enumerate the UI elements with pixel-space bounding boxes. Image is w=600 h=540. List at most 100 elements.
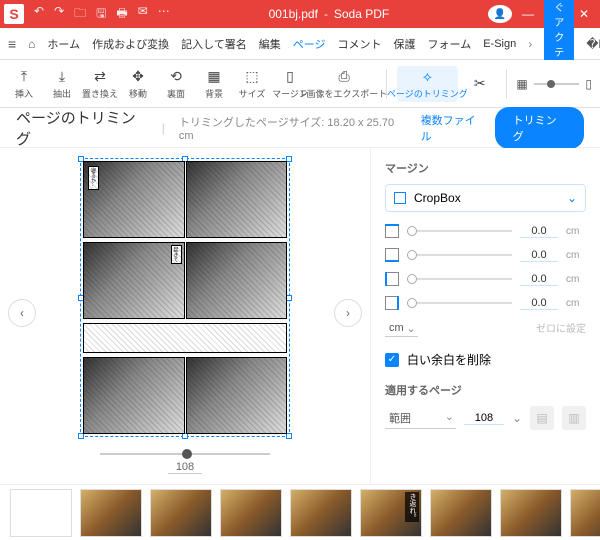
next-page-button[interactable]: › xyxy=(334,299,362,327)
page-range-input[interactable] xyxy=(464,412,504,425)
margin-top-input[interactable] xyxy=(520,225,558,238)
zoom-slider[interactable] xyxy=(534,83,580,85)
trim-button[interactable]: トリミング xyxy=(495,107,584,149)
thumbnail[interactable] xyxy=(150,489,212,537)
page-number[interactable]: 108 xyxy=(168,461,202,474)
cropbox-icon xyxy=(394,192,406,204)
menu-page[interactable]: ページ xyxy=(293,36,326,52)
main-area: ‹ › 寝るか… 起きて 108 マージン CropBox ⌄ xyxy=(0,148,600,484)
quick-actions: ↶ ↷ 🗀 🖫 🖶 ✉ ⋯ xyxy=(34,4,170,25)
thumbnail[interactable] xyxy=(500,489,562,537)
tool-extract[interactable]: ⤓抽出 xyxy=(46,66,78,102)
overflow-icon[interactable]: › xyxy=(528,37,532,51)
thumbnail[interactable] xyxy=(570,489,600,537)
undo-icon[interactable]: ↶ xyxy=(34,4,44,25)
account-icon[interactable]: 👤 xyxy=(488,5,512,23)
checkbox-checked-icon[interactable]: ✓ xyxy=(385,353,399,367)
unit-label: cm xyxy=(566,298,586,309)
multi-file-button[interactable]: 複数ファイル xyxy=(421,112,485,144)
tool-export-image[interactable]: ⎙F画像をエクスポート xyxy=(312,66,376,102)
margin-bottom-slider[interactable] xyxy=(407,254,512,256)
unit-label: cm xyxy=(566,274,586,285)
margin-left-row: cm xyxy=(385,272,586,286)
tool-move[interactable]: ✥移動 xyxy=(122,66,154,102)
margin-left-icon xyxy=(385,272,399,286)
thumbnail[interactable] xyxy=(430,489,492,537)
thumbnail[interactable] xyxy=(220,489,282,537)
cropbox-label: CropBox xyxy=(414,191,461,205)
crop-frame[interactable]: 寝るか… 起きて xyxy=(80,158,290,437)
menu-home[interactable]: ホーム xyxy=(47,36,80,52)
reset-zero-button[interactable]: ゼロに設定 xyxy=(536,320,586,337)
page-preview: ‹ › 寝るか… 起きて 108 xyxy=(0,148,370,484)
menu-form[interactable]: フォーム xyxy=(428,36,472,52)
unit-select[interactable]: cm xyxy=(385,320,418,337)
hamburger-icon[interactable]: ≡ xyxy=(8,36,16,52)
range-option-b[interactable]: ▥ xyxy=(562,406,586,430)
tool-trim-page[interactable]: ⟡ページのトリミング xyxy=(397,66,458,102)
tool-background[interactable]: ▦背景 xyxy=(198,66,230,102)
margin-right-row: cm xyxy=(385,296,586,310)
titlebar: S ↶ ↷ 🗀 🖫 🖶 ✉ ⋯ 001bj.pdf - Soda PDF 👤 —… xyxy=(0,0,600,28)
margin-right-input[interactable] xyxy=(520,297,558,310)
home-icon[interactable]: ⌂ xyxy=(28,37,35,51)
margin-bottom-icon xyxy=(385,248,399,262)
margin-right-slider[interactable] xyxy=(407,302,512,304)
more-icon[interactable]: ⋯ xyxy=(158,4,170,25)
thumbnail[interactable] xyxy=(290,489,352,537)
redo-icon[interactable]: ↷ xyxy=(54,4,64,25)
divider xyxy=(506,69,507,99)
margin-left-input[interactable] xyxy=(520,273,558,286)
page-content: 寝るか… 起きて xyxy=(81,159,289,436)
range-option-a[interactable]: ▤ xyxy=(530,406,554,430)
tool-replace[interactable]: ⇄置き換え xyxy=(84,66,116,102)
open-icon[interactable]: 🗀 xyxy=(74,4,86,25)
mail-icon[interactable]: ✉ xyxy=(138,4,148,25)
thumbnail[interactable] xyxy=(10,489,72,537)
thumbnail[interactable]: き返れ。 xyxy=(360,489,422,537)
margin-top-row: cm xyxy=(385,224,586,238)
view-grid-icon[interactable]: ▦ xyxy=(516,77,527,91)
share-icon[interactable]: �branching xyxy=(586,37,600,51)
apply-heading: 適用するページ xyxy=(385,382,586,398)
fit-page-icon[interactable]: ▯ xyxy=(585,77,592,91)
margin-top-icon xyxy=(385,224,399,238)
close-button[interactable]: ✕ xyxy=(572,7,596,21)
chevron-down-icon: ⌄ xyxy=(567,191,577,205)
save-icon[interactable]: 🖫 xyxy=(96,4,106,25)
tool-size[interactable]: ⬚サイズ xyxy=(236,66,268,102)
app-logo: S xyxy=(4,4,24,24)
print-icon[interactable]: 🖶 xyxy=(116,4,127,25)
range-select[interactable]: 範囲 xyxy=(385,408,456,429)
margin-bottom-row: cm xyxy=(385,248,586,262)
page-slider[interactable] xyxy=(100,453,270,455)
prev-page-button[interactable]: ‹ xyxy=(8,299,36,327)
page-toolbar: ⤒挿入 ⤓抽出 ⇄置き換え ✥移動 ⟲裏面 ▦背景 ⬚サイズ ▯マージン ⎙F画… xyxy=(0,60,600,108)
menu-sign[interactable]: 記入して署名 xyxy=(181,36,247,52)
thumbnail-strip: き返れ。 xyxy=(0,484,600,540)
margin-bottom-input[interactable] xyxy=(520,249,558,262)
cropbox-select[interactable]: CropBox ⌄ xyxy=(385,184,586,212)
tool-insert[interactable]: ⤒挿入 xyxy=(8,66,40,102)
menu-edit[interactable]: 編集 xyxy=(259,36,281,52)
minimize-button[interactable]: — xyxy=(516,7,540,21)
menu-protect[interactable]: 保護 xyxy=(394,36,416,52)
trim-size-info: トリミングしたページサイズ: 18.20 x 25.70 cm xyxy=(179,114,407,142)
document-title: 001bj.pdf - Soda PDF xyxy=(170,7,488,21)
thumbnail[interactable] xyxy=(80,489,142,537)
menu-create[interactable]: 作成および変換 xyxy=(92,36,169,52)
margin-left-slider[interactable] xyxy=(407,278,512,280)
tool-crop[interactable]: ✂ xyxy=(464,73,496,94)
tool-reverse[interactable]: ⟲裏面 xyxy=(160,66,192,102)
remove-whitespace-row[interactable]: ✓ 白い余白を削除 xyxy=(385,351,586,368)
margin-top-slider[interactable] xyxy=(407,230,512,232)
menu-comment[interactable]: コメント xyxy=(338,36,382,52)
chevron-down-icon[interactable]: ⌄ xyxy=(512,411,522,425)
menu-esign[interactable]: E-Sign xyxy=(483,38,516,50)
page-title: ページのトリミング xyxy=(16,107,148,149)
margin-right-icon xyxy=(385,296,399,310)
subheader: ページのトリミング | トリミングしたページサイズ: 18.20 x 25.70… xyxy=(0,108,600,148)
remove-whitespace-label: 白い余白を削除 xyxy=(407,351,491,368)
page-range-row: 範囲 ⌄ ▤ ▥ xyxy=(385,406,586,430)
trim-sidebar: マージン CropBox ⌄ cm cm cm cm xyxy=(370,148,600,484)
